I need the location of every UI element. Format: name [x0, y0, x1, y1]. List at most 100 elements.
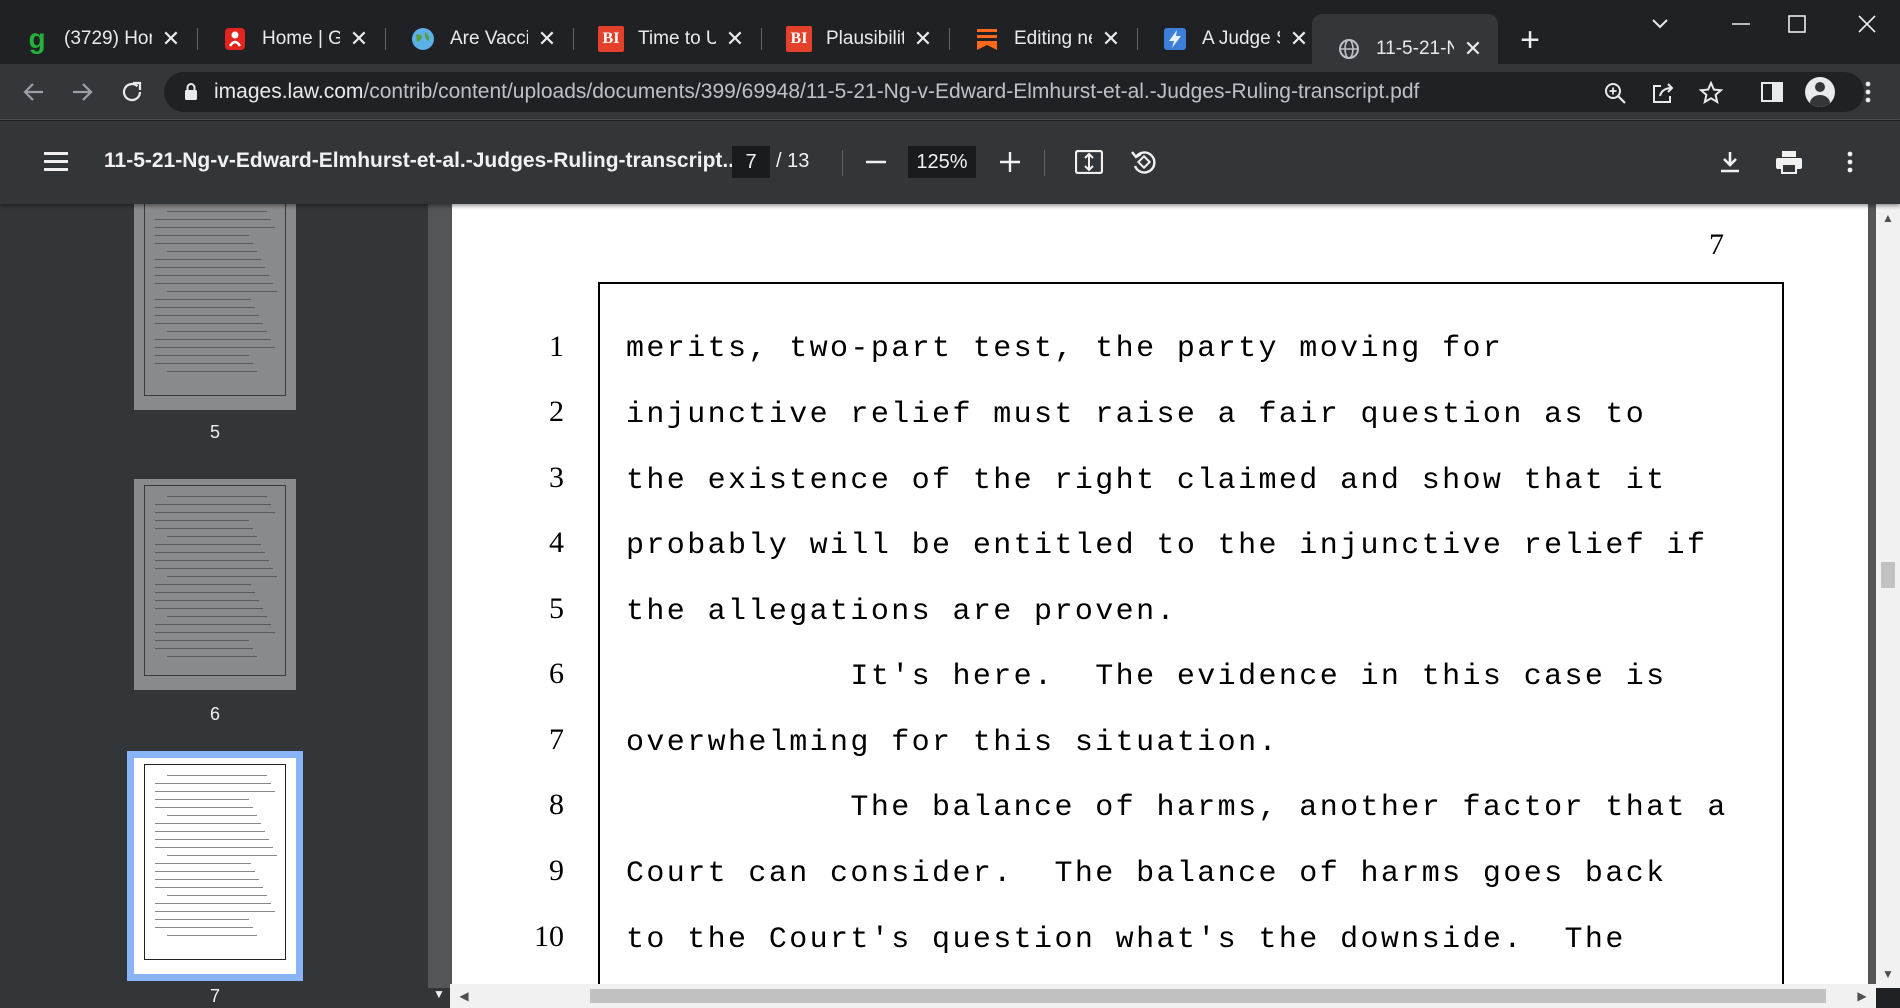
- thumbnail-text-line: [155, 648, 253, 649]
- browser-tab[interactable]: Home | GET ✕: [198, 20, 384, 58]
- thumbnail-text-line: [155, 512, 275, 513]
- document-vertical-scrollbar[interactable]: ▲ ▼: [1876, 204, 1900, 988]
- thumbnail-text-line: [167, 211, 267, 212]
- thumbnail-text-line: [155, 600, 259, 601]
- zoom-icon[interactable]: [1600, 78, 1630, 108]
- bookmark-star-icon[interactable]: [1696, 78, 1726, 108]
- browser-tab[interactable]: Editing new ✕: [950, 20, 1136, 58]
- thumbnail-text-line: [167, 371, 257, 372]
- maximize-icon[interactable]: [1768, 8, 1826, 40]
- thumbnail-text-line: [155, 568, 273, 569]
- page-thumbnail-6[interactable]: [134, 479, 296, 690]
- close-window-icon[interactable]: [1838, 8, 1896, 40]
- thumbnail-page-content: [144, 485, 286, 676]
- pdf-menu-icon[interactable]: [36, 141, 76, 181]
- lock-icon[interactable]: [180, 81, 202, 103]
- thumbnail-text-line: [155, 339, 271, 340]
- thumbnail-text-line: [155, 903, 271, 904]
- zoom-level-input[interactable]: 125%: [908, 146, 976, 178]
- thumbnail-text-line: [155, 863, 251, 864]
- thumbnail-text-line: [155, 355, 249, 356]
- thumbnail-text-line: [155, 544, 261, 545]
- browser-tab[interactable]: Are Vaccine ✕: [386, 20, 572, 58]
- rotate-icon[interactable]: [1124, 142, 1164, 182]
- minimize-icon[interactable]: [1712, 8, 1770, 40]
- thumbnail-text-line: [155, 299, 251, 300]
- scroll-right-arrow-icon[interactable]: ▶: [1854, 988, 1870, 1004]
- thumbnail-text-line: [155, 608, 263, 609]
- close-tab-icon[interactable]: ✕: [1286, 26, 1312, 52]
- fit-to-page-icon[interactable]: [1069, 142, 1109, 182]
- print-icon[interactable]: [1769, 142, 1809, 182]
- transcript-line: overwhelming for this situation.: [626, 726, 1279, 760]
- profile-avatar-icon[interactable]: [1800, 72, 1840, 112]
- url-text[interactable]: images.law.com/contrib/content/uploads/d…: [214, 80, 1419, 104]
- close-tab-icon[interactable]: ✕: [722, 26, 748, 52]
- browser-tab[interactable]: BI Time to Unl ✕: [574, 20, 760, 58]
- scroll-left-arrow-icon[interactable]: ◀: [456, 988, 472, 1004]
- document-horizontal-scrollbar[interactable]: ◀ ▶: [450, 984, 1876, 1008]
- new-tab-button[interactable]: +: [1512, 21, 1548, 59]
- scrollbar-thumb[interactable]: [1881, 562, 1895, 588]
- address-bar[interactable]: images.law.com/contrib/content/uploads/d…: [164, 72, 1864, 112]
- thumbnail-text-line: [155, 219, 271, 220]
- close-tab-icon[interactable]: ✕: [534, 26, 560, 52]
- more-menu-icon[interactable]: [1848, 72, 1888, 112]
- download-icon[interactable]: [1710, 142, 1750, 182]
- pdf-toolbar: 11-5-21-Ng-v-Edward-Elmhurst-et-al.-Judg…: [0, 121, 1900, 204]
- tab-title: A Judge Sta: [1202, 28, 1280, 49]
- transcript-line: to the Court's question what's the downs…: [626, 923, 1626, 957]
- scrollbar-thumb[interactable]: [590, 989, 1826, 1003]
- thumbnail-text-line: [155, 552, 265, 553]
- transcript-line: injunctive relief must raise a fair ques…: [626, 398, 1647, 432]
- browser-tab[interactable]: BI Plausibility ✕: [762, 20, 948, 58]
- zoom-out-icon[interactable]: [856, 142, 896, 182]
- thumbnail-text-line: [167, 855, 277, 856]
- thumbnail-text-line: [167, 536, 257, 537]
- thumbnail-text-line: [155, 807, 253, 808]
- tab-title: 11-5-21-Ng: [1376, 38, 1454, 59]
- thumbnail-text-line: [155, 504, 271, 505]
- browser-tab[interactable]: g (3729) Hom ✕: [0, 20, 196, 58]
- tab-search-icon[interactable]: [1631, 8, 1689, 40]
- thumbnail-text-line: [167, 576, 277, 577]
- line-number: 3: [549, 461, 564, 494]
- page-thumbnail-7-selected[interactable]: [127, 751, 303, 981]
- tab-title: Time to Unl: [638, 28, 716, 49]
- pdf-document-area[interactable]: 7 1 merits, two-part test, the party mov…: [428, 204, 1880, 988]
- close-tab-icon[interactable]: ✕: [346, 26, 372, 52]
- thumbnail-page-content: [144, 204, 286, 396]
- close-tab-icon[interactable]: ✕: [910, 26, 936, 52]
- line-number: 8: [549, 788, 564, 821]
- thumbnail-text-line: [155, 632, 275, 633]
- page-total: / 13: [776, 150, 810, 172]
- bi-logo-icon: BI: [598, 26, 624, 52]
- page-number-input[interactable]: 7: [732, 146, 770, 178]
- bi-logo-icon: BI: [786, 26, 812, 52]
- thumbnail-text-line: [155, 267, 265, 268]
- thumbnail-text-line: [155, 624, 271, 625]
- transcript-line: The balance of harms, another factor tha…: [626, 791, 1728, 825]
- close-tab-icon[interactable]: ✕: [1460, 36, 1486, 62]
- pdf-more-icon[interactable]: [1830, 142, 1870, 182]
- close-tab-icon[interactable]: ✕: [158, 26, 184, 52]
- zoom-in-icon[interactable]: [990, 142, 1030, 182]
- scroll-down-arrow-icon[interactable]: ▼: [431, 986, 447, 1002]
- share-icon[interactable]: [1648, 78, 1678, 108]
- browser-tab[interactable]: A Judge Sta ✕: [1138, 20, 1324, 58]
- scroll-down-arrow-icon[interactable]: ▼: [1880, 966, 1896, 982]
- thumbnail-text-line: [155, 831, 265, 832]
- thumbnail-text-line: [155, 887, 263, 888]
- scroll-up-arrow-icon[interactable]: ▲: [1880, 210, 1896, 226]
- thumbnail-text-line: [167, 815, 257, 816]
- page-thumbnail-5[interactable]: [134, 204, 296, 410]
- forward-icon[interactable]: [62, 72, 102, 112]
- thumbnail-text-line: [167, 775, 267, 776]
- thumbnail-text-line: [155, 783, 271, 784]
- reload-icon[interactable]: [112, 72, 152, 112]
- close-tab-icon[interactable]: ✕: [1098, 26, 1124, 52]
- back-icon[interactable]: [14, 72, 54, 112]
- side-panel-icon[interactable]: [1752, 72, 1792, 112]
- transcript-line: probably will be entitled to the injunct…: [626, 529, 1708, 563]
- thumbnail-text-line: [155, 927, 253, 928]
